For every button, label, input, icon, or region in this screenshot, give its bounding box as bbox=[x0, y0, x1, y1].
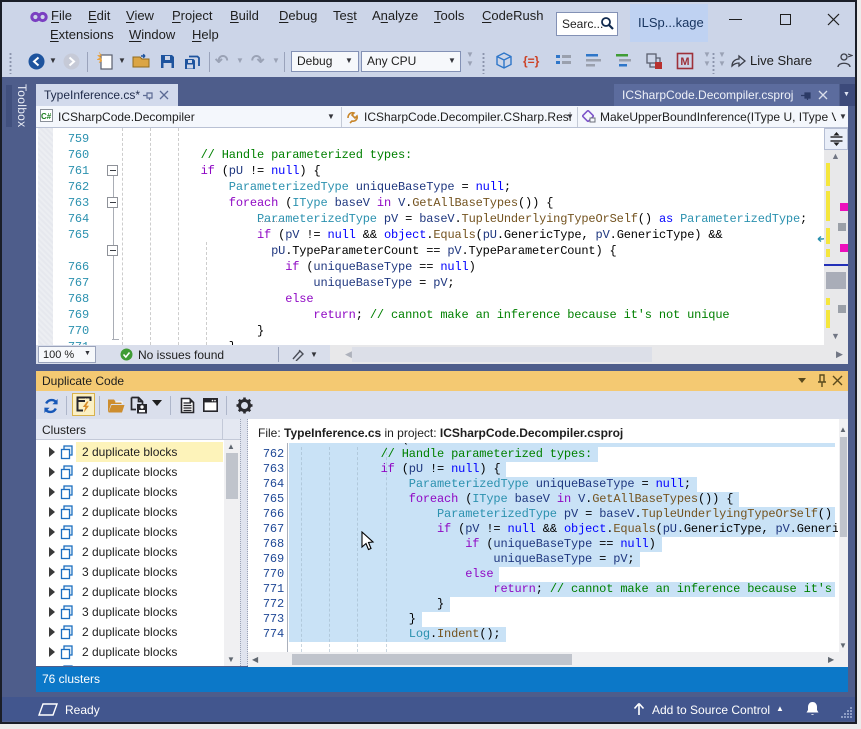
svg-text:M: M bbox=[680, 56, 689, 68]
